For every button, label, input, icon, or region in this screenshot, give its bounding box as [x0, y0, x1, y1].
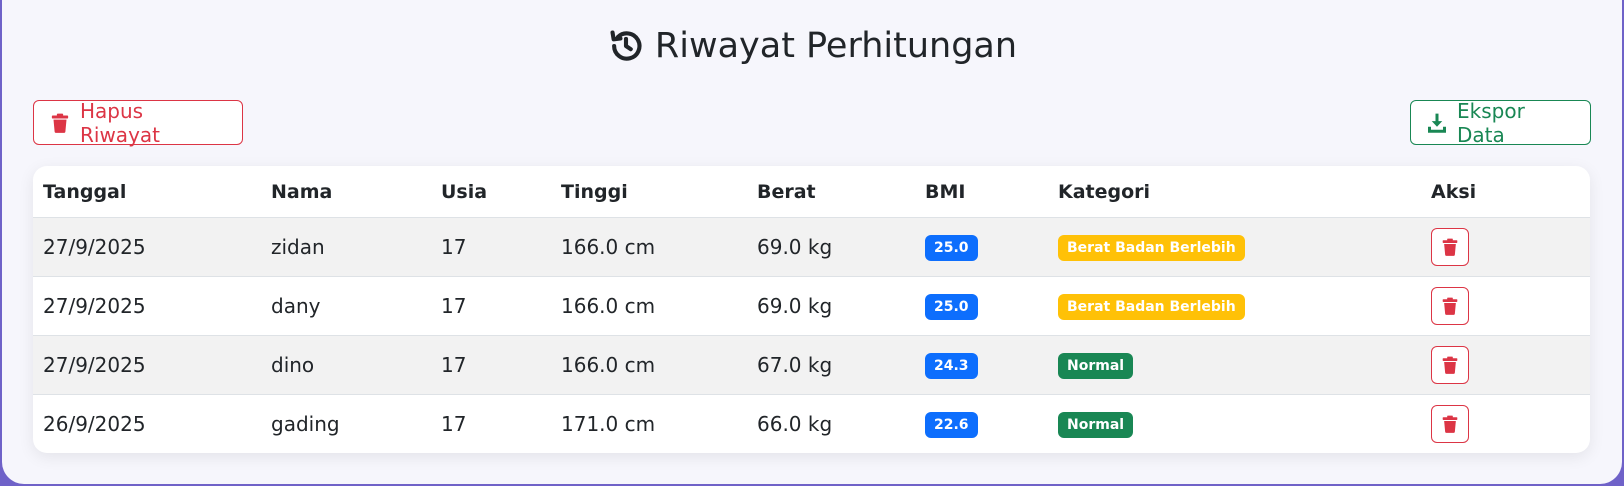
bmi-badge: 25.0 — [925, 235, 978, 261]
header-kategori: Kategori — [1048, 166, 1421, 218]
table-header-row: Tanggal Nama Usia Tinggi Berat BMI Kateg… — [33, 166, 1590, 218]
history-card: Riwayat Perhitungan Hapus Riwayat Ekspor… — [2, 0, 1622, 484]
cell-tinggi: 166.0 cm — [551, 335, 747, 395]
cell-nama: gading — [271, 412, 340, 436]
cell-berat: 67.0 kg — [747, 335, 915, 395]
history-icon — [610, 30, 642, 61]
page-title: Riwayat Perhitungan — [2, 26, 1622, 66]
trash-icon — [1442, 356, 1458, 374]
clear-history-label: Hapus Riwayat — [80, 98, 160, 147]
cell-tinggi: 171.0 cm — [561, 412, 656, 436]
cell-tinggi: 166.0 cm — [551, 276, 747, 336]
header-tanggal: Tanggal — [33, 166, 261, 218]
export-data-button[interactable]: Ekspor Data — [1410, 98, 1591, 147]
cell-usia: 17 — [431, 276, 551, 336]
page-title-text: Riwayat Perhitungan — [654, 26, 1018, 66]
cell-tanggal: 27/9/2025 — [33, 276, 261, 336]
header-usia: Usia — [431, 166, 551, 218]
header-berat: Berat — [747, 166, 915, 218]
cell-aksi — [1421, 276, 1590, 336]
delete-row-button[interactable] — [1431, 228, 1469, 266]
header-bmi: BMI — [915, 166, 1048, 218]
cell-kategori: Normal — [1048, 395, 1421, 454]
category-badge: Normal — [1058, 353, 1134, 379]
cell-bmi: 25.0 — [915, 217, 1048, 277]
export-data-label: Ekspor Data — [1457, 98, 1525, 147]
cell-bmi: 24.3 — [915, 335, 1048, 395]
delete-row-button[interactable] — [1431, 405, 1469, 443]
table-row: 26/9/2025 gading 17 171.0 cm 66.0 kg 22.… — [33, 395, 1590, 454]
bmi-badge: 22.6 — [925, 412, 978, 438]
clear-history-button[interactable]: Hapus Riwayat — [33, 98, 243, 147]
cell-berat: 66.0 kg — [757, 412, 833, 436]
table-row: 27/9/2025 dany 17 166.0 cm 69.0 kg 25.0 … — [33, 276, 1590, 336]
cell-tanggal: 27/9/2025 — [33, 335, 261, 395]
history-table: Tanggal Nama Usia Tinggi Berat BMI Kateg… — [33, 166, 1590, 453]
cell-nama: zidan — [261, 217, 431, 277]
cell-tinggi: 166.0 cm — [551, 217, 747, 277]
cell-aksi — [1421, 395, 1590, 454]
header-nama: Nama — [261, 166, 431, 218]
delete-row-button[interactable] — [1431, 346, 1469, 384]
cell-kategori: Berat Badan Berlebih — [1048, 276, 1421, 336]
cell-kategori: Berat Badan Berlebih — [1048, 217, 1421, 277]
table-row: 27/9/2025 zidan 17 166.0 cm 69.0 kg 25.0… — [33, 217, 1590, 277]
header-aksi: Aksi — [1421, 166, 1590, 218]
trash-icon — [51, 113, 69, 133]
header-tinggi: Tinggi — [551, 166, 747, 218]
cell-usia: 17 — [431, 217, 551, 277]
cell-bmi: 22.6 — [915, 395, 1048, 454]
trash-icon — [1442, 415, 1458, 433]
category-badge: Normal — [1058, 412, 1134, 438]
category-badge: Berat Badan Berlebih — [1058, 235, 1245, 261]
download-icon — [1428, 113, 1446, 133]
cell-berat: 69.0 kg — [747, 217, 915, 277]
cell-usia: 17 — [431, 335, 551, 395]
bmi-badge: 24.3 — [925, 353, 978, 379]
trash-icon — [1442, 297, 1458, 315]
cell-bmi: 25.0 — [915, 276, 1048, 336]
cell-usia: 17 — [441, 412, 467, 436]
cell-berat: 69.0 kg — [747, 276, 915, 336]
table-row: 27/9/2025 dino 17 166.0 cm 67.0 kg 24.3 … — [33, 335, 1590, 395]
delete-row-button[interactable] — [1431, 287, 1469, 325]
bmi-badge: 25.0 — [925, 294, 978, 320]
cell-tanggal: 27/9/2025 — [33, 217, 261, 277]
trash-icon — [1442, 238, 1458, 256]
history-table-container: Tanggal Nama Usia Tinggi Berat BMI Kateg… — [33, 166, 1590, 453]
cell-nama: dino — [261, 335, 431, 395]
cell-tanggal: 26/9/2025 — [43, 412, 146, 436]
category-badge: Berat Badan Berlebih — [1058, 294, 1245, 320]
cell-nama: dany — [261, 276, 431, 336]
cell-aksi — [1421, 217, 1590, 277]
cell-kategori: Normal — [1048, 335, 1421, 395]
cell-aksi — [1421, 335, 1590, 395]
